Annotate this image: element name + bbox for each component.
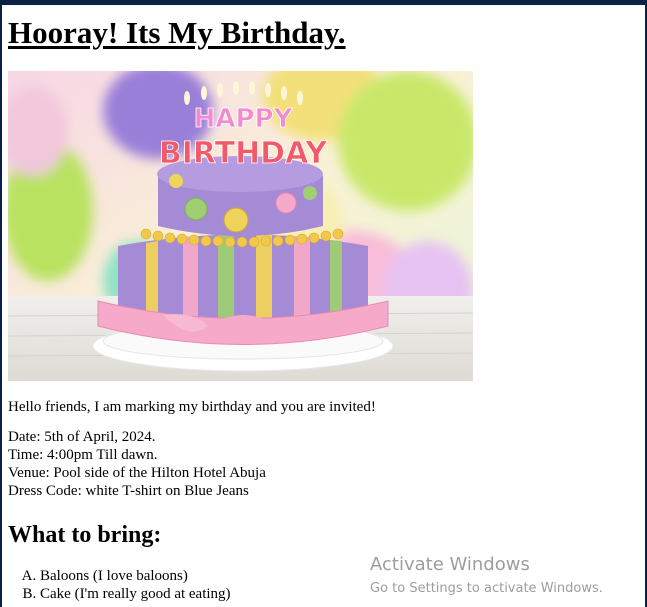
window-left-border [0,5,2,607]
watermark-subtitle: Go to Settings to activate Windows. [370,581,603,596]
event-venue: Venue: Pool side of the Hilton Hotel Abu… [8,465,266,481]
event-date: Date: 5th of April, 2024. [8,429,156,445]
event-dress-code: Dress Code: white T-shirt on Blue Jeans [8,483,249,499]
birthday-cake-image: HAPPY BIRTHDAY [8,71,473,381]
invitation-text: Hello friends, I am marking my birthday … [8,399,376,415]
watermark-title: Activate Windows [370,554,530,575]
page-title: Hooray! Its My Birthday. [8,15,346,50]
activate-windows-watermark: Activate Windows Go to Settings to activ… [370,554,603,598]
candle-text-top: HAPPY [194,104,294,134]
event-details: Date: 5th of April, 2024. Time: 4:00pm T… [8,428,628,500]
what-to-bring-heading: What to bring: [8,522,162,548]
event-time: Time: 4:00pm Till dawn. [8,447,158,463]
window-top-border [0,0,647,5]
candle-text-bottom: BIRTHDAY [159,136,329,171]
page-content: Hooray! Its My Birthday. HAPPY BIRTHDAY … [8,14,628,603]
